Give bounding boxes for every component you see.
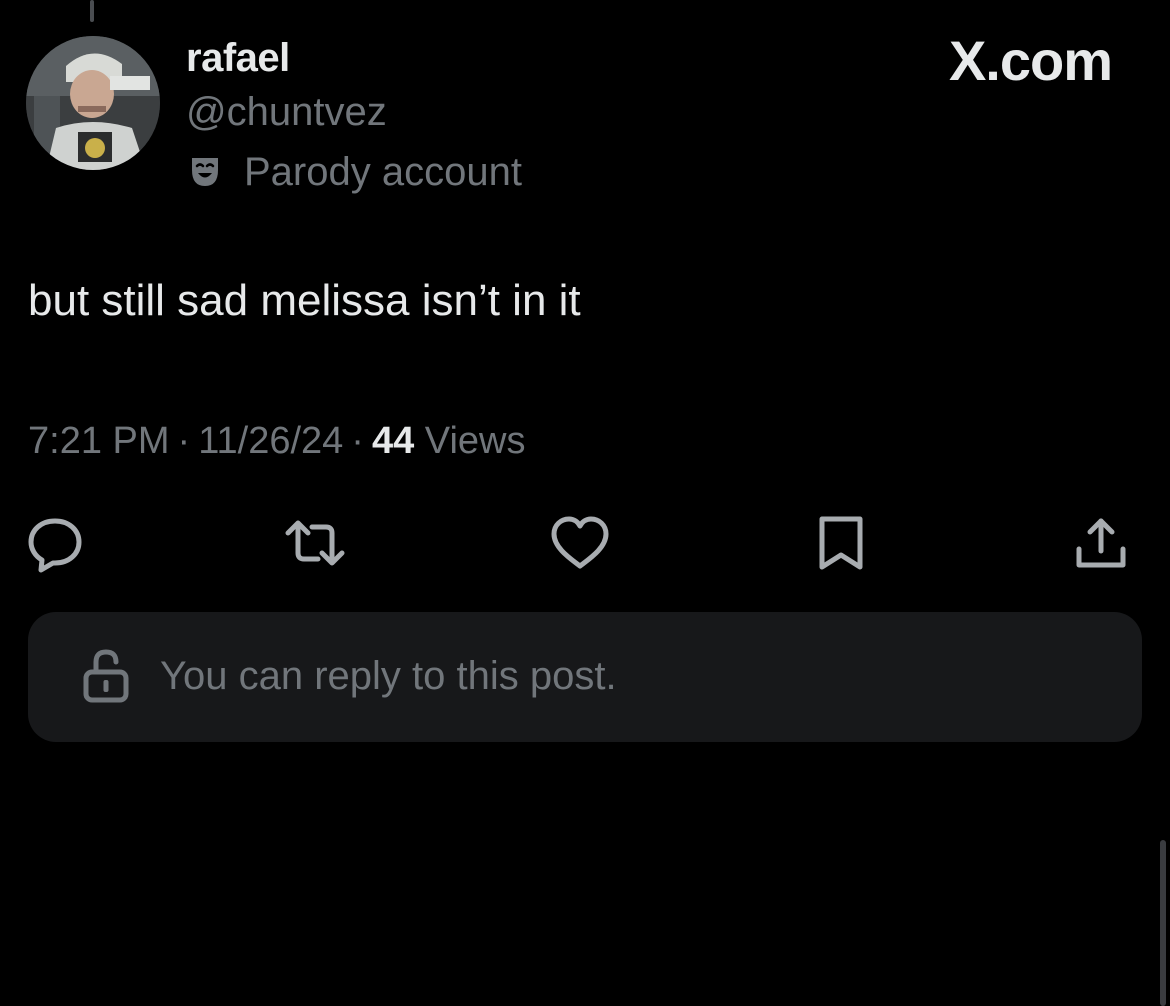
theater-mask-icon bbox=[188, 155, 222, 189]
avatar[interactable] bbox=[26, 36, 160, 170]
unlocked-lock-icon bbox=[83, 649, 129, 703]
avatar-photo bbox=[26, 36, 160, 170]
repost-button[interactable] bbox=[282, 510, 348, 576]
views-label[interactable]: Views bbox=[425, 420, 526, 462]
reply-icon bbox=[28, 518, 82, 573]
action-bar bbox=[28, 510, 1132, 580]
post-time[interactable]: 7:21 PM bbox=[28, 420, 170, 462]
bookmark-icon bbox=[819, 516, 863, 570]
user-handle[interactable]: @chuntvez bbox=[186, 90, 387, 135]
reply-permission-text: You can reply to this post. bbox=[160, 654, 617, 698]
scrollbar[interactable] bbox=[1160, 840, 1166, 1006]
post-date[interactable]: 11/26/24 bbox=[198, 420, 343, 462]
post-metadata: 7:21 PM · 11/26/24 · 44 Views bbox=[28, 420, 526, 462]
parody-account-label: Parody account bbox=[188, 148, 522, 196]
bookmark-button[interactable] bbox=[808, 510, 874, 576]
display-name[interactable]: rafael bbox=[186, 36, 290, 81]
like-button[interactable] bbox=[547, 510, 613, 576]
heart-icon bbox=[551, 516, 609, 569]
thread-connector-line bbox=[90, 0, 94, 22]
post-text: but still sad melissa isn’t in it bbox=[28, 276, 581, 325]
views-count[interactable]: 44 bbox=[372, 420, 414, 462]
reply-permission-box[interactable]: You can reply to this post. bbox=[28, 612, 1142, 742]
x-com-watermark: X.com bbox=[948, 29, 1113, 92]
share-icon bbox=[1076, 518, 1126, 568]
share-button[interactable] bbox=[1068, 510, 1134, 576]
repost-icon bbox=[285, 520, 345, 566]
parody-label-text: Parody account bbox=[244, 149, 522, 194]
reply-button[interactable] bbox=[22, 510, 88, 576]
